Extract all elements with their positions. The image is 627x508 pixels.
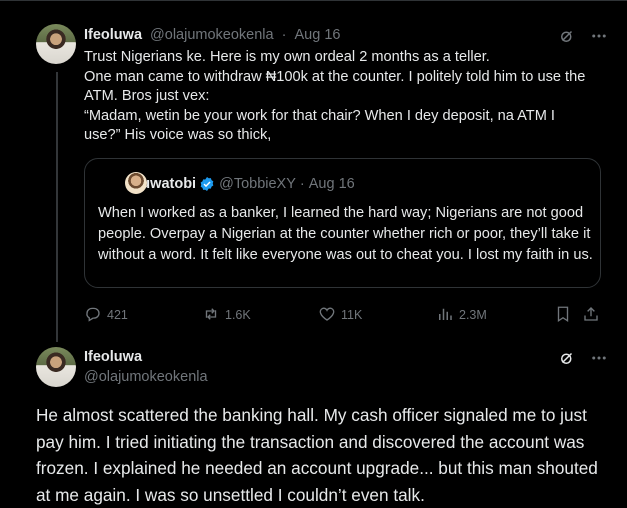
quoted-tweet-card[interactable]: Oluwatobi @TobbieXY · Aug 16 When I work…: [84, 158, 601, 288]
repost-icon: [202, 305, 220, 326]
views-button[interactable]: 2.3M: [436, 304, 487, 326]
repost-button[interactable]: 1.6K: [202, 304, 251, 326]
like-icon: [318, 305, 336, 326]
top-divider: [0, 0, 627, 1]
quoted-tweet-header: Oluwatobi @TobbieXY · Aug 16: [126, 176, 355, 192]
verified-badge-icon: [199, 176, 215, 192]
author-handle[interactable]: @olajumokeokenla: [84, 369, 208, 385]
quoted-tweet-date[interactable]: Aug 16: [309, 176, 355, 192]
tweet-line: One man came to withdraw ₦100k at the co…: [84, 68, 586, 105]
more-icon[interactable]: [590, 349, 608, 372]
tweet-header-actions: [558, 27, 608, 50]
avatar[interactable]: [36, 24, 76, 64]
tweet-header-actions: [558, 349, 608, 372]
separator-dot: ·: [299, 176, 305, 192]
tweet-line: Trust Nigerians ke. Here is my own ordea…: [84, 49, 490, 65]
quoted-author-handle[interactable]: @TobbieXY: [219, 176, 296, 192]
repost-count: 1.6K: [225, 308, 251, 322]
tweet-header: Ifeoluwa @olajumokeokenla · Aug 16: [84, 27, 340, 43]
like-button[interactable]: 11K: [318, 304, 362, 326]
author-name[interactable]: Ifeoluwa: [84, 349, 142, 365]
tweet-actions: 421 1.6K 11K 2.3M: [84, 304, 604, 326]
grok-icon[interactable]: [558, 349, 576, 372]
tweet-line: “Madam, wetin be your work for that chai…: [84, 107, 555, 144]
author-name[interactable]: Ifeoluwa: [84, 27, 142, 43]
quoted-tweet-text: When I worked as a banker, I learned the…: [98, 205, 593, 263]
grok-icon[interactable]: [558, 27, 576, 50]
reply-button[interactable]: 421: [84, 304, 128, 326]
thread-connector-line: [56, 72, 58, 342]
bookmark-icon: [554, 305, 572, 326]
share-button[interactable]: [582, 304, 600, 326]
more-icon[interactable]: [590, 27, 608, 50]
bookmark-button[interactable]: [554, 304, 572, 326]
like-count: 11K: [341, 308, 363, 322]
quoted-avatar: [125, 172, 147, 194]
avatar[interactable]: [36, 347, 76, 387]
tweet-text: Trust Nigerians ke. Here is my own ordea…: [84, 48, 594, 146]
reply-icon: [84, 305, 102, 326]
reply-count: 421: [107, 308, 128, 322]
author-handle[interactable]: @olajumokeokenla: [150, 27, 274, 43]
share-icon: [582, 305, 600, 326]
tweet-date[interactable]: Aug 16: [295, 27, 341, 43]
views-count: 2.3M: [459, 308, 487, 322]
tweet-text: He almost scattered the banking hall. My…: [36, 405, 598, 505]
views-icon: [436, 305, 454, 326]
separator-dot: ·: [281, 27, 287, 43]
